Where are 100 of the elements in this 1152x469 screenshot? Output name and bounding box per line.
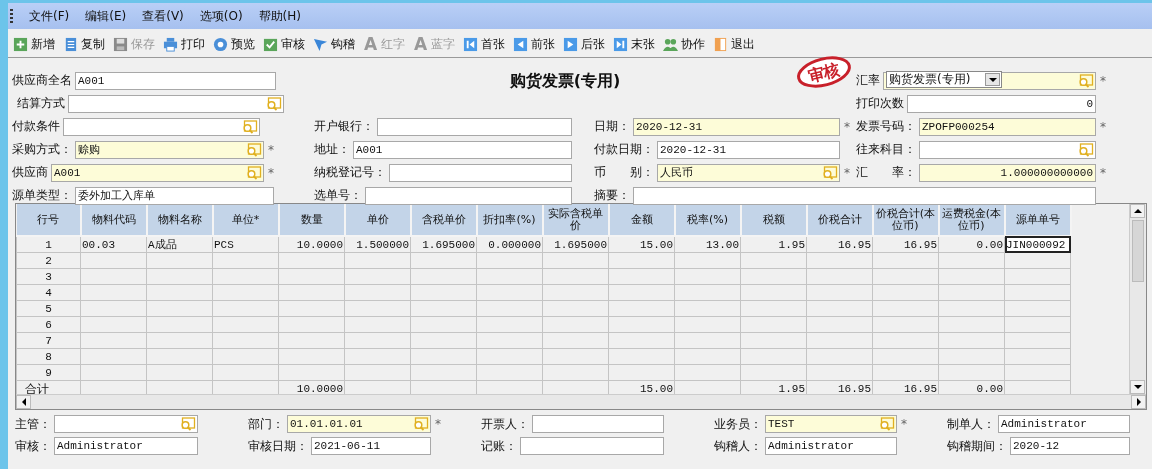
field-label: 业务员： [714,415,762,433]
input-field[interactable] [365,186,572,205]
table-cell: 00.03 [80,236,147,253]
input-field[interactable]: 2020-12-31 [657,140,840,159]
table-cell: 13.00 [674,236,741,253]
input-field[interactable]: 2021-06-11 [311,437,431,455]
column-header: 税额 [740,204,807,236]
field-label: 地址： [314,141,350,158]
horizontal-scrollbar[interactable] [16,394,1146,409]
toolbar-button[interactable]: 钩稽 [310,35,358,53]
input-field[interactable] [389,163,572,182]
table-cell: 1.695000 [542,236,609,253]
previous-icon [513,36,528,52]
column-header: 价税合计(本位币) [872,204,939,236]
input-field[interactable]: 人民币 [657,163,840,182]
approval-stamp: 审核 [794,55,854,89]
input-field[interactable]: 01.01.01.01 [287,415,431,433]
dropdown[interactable]: 购货发票(专用) [886,71,1002,88]
toolbar-button[interactable]: 审核 [260,35,308,53]
search-icon [878,417,895,431]
toolbar-button[interactable]: 后张 [560,35,608,53]
field-label: 日期： [594,118,630,135]
table-cell: 1.695000 [410,236,477,253]
field-label: 供应商 [12,164,48,181]
input-field[interactable]: 1.000000000000 [919,163,1096,182]
toolbar-button[interactable]: 复制 [60,35,108,53]
input-field[interactable]: Administrator [998,415,1130,433]
input-field[interactable]: TEST [765,415,897,433]
table-cell: 1.95 [740,236,807,253]
toolbar-button[interactable]: 预览 [210,35,258,53]
required-mark: * [1100,165,1106,180]
field-label: 钩稽人： [714,437,762,455]
toolbar-button[interactable]: 打印 [160,35,208,53]
floppy-icon [113,36,128,52]
field-label: 制单人： [947,415,995,433]
field-label: 开户银行： [314,118,374,135]
first-icon [463,36,478,52]
checkmark-icon [263,36,278,52]
required-mark: * [268,142,274,157]
toolbar-button[interactable]: 协作 [660,35,708,53]
input-field[interactable] [63,117,260,136]
table-cell: A成品 [146,236,213,253]
row-number: 8 [16,348,81,365]
input-field[interactable]: A001 [353,140,572,159]
field-label: 审核： [15,437,51,455]
menu-item[interactable]: 文件(F) [29,7,70,25]
row-number: 6 [16,316,81,333]
input-field[interactable] [520,437,664,455]
input-field[interactable] [54,415,198,433]
input-field[interactable]: 赊购 [75,140,264,159]
input-field[interactable]: 2020-12-31 [633,117,840,136]
input-field[interactable]: Administrator [54,437,198,455]
input-field[interactable]: ZPOFP000254 [919,117,1096,136]
column-header: 折扣率(%) [476,204,543,236]
menu-item[interactable]: 编辑(E) [85,7,127,25]
input-field[interactable] [919,140,1096,159]
toolbar-button[interactable]: 末张 [610,35,658,53]
field-label: 开票人： [481,415,529,433]
input-field[interactable]: 2020-12 [1010,437,1130,455]
column-header: 运费税金(本位币) [938,204,1005,236]
cursor-icon [313,36,328,52]
toolbar-button[interactable]: 前张 [510,35,558,53]
input-field[interactable]: A001 [51,163,264,182]
table-cell: 15.00 [608,236,675,253]
search-icon [245,165,262,180]
field-label: 主管： [15,415,51,433]
letter-icon: A [363,36,378,52]
letter-icon: A [413,36,428,52]
field-label: 选单号： [314,187,362,204]
menu-item[interactable]: 选项(O) [199,7,243,25]
search-icon [241,119,258,134]
vertical-scrollbar[interactable] [1129,204,1146,394]
search-icon [1077,142,1094,157]
required-mark: * [844,119,850,134]
input-field[interactable]: 0 [907,94,1096,113]
field-label: 付款日期： [594,141,654,158]
toolbar-button[interactable]: 首张 [460,35,508,53]
input-field[interactable]: A001 [75,71,276,90]
people-icon [663,36,678,52]
table-cell: 16.95 [872,236,939,253]
field-label: 汇率 [856,72,880,89]
field-label: 钩稽期间： [947,437,1007,455]
search-icon [179,417,196,431]
input-field[interactable]: Administrator [765,437,897,455]
field-label: 源单类型： [12,187,72,204]
toolbar-button[interactable]: 退出 [710,35,758,53]
field-label: 汇 率： [856,164,916,181]
row-number: 4 [16,284,81,301]
toolbar-button[interactable]: 新增 [10,35,58,53]
column-header: 实际含税单价 [542,204,609,236]
input-field[interactable] [377,117,572,136]
input-field[interactable] [633,186,1096,205]
input-field[interactable] [532,415,664,433]
column-header: 税率(%) [674,204,741,236]
input-field[interactable] [68,94,284,113]
menu-item[interactable]: 帮助(H) [258,7,301,25]
menu-item[interactable]: 查看(V) [142,7,184,25]
field-label: 部门： [248,415,284,433]
input-field[interactable]: 委外加工入库单 [75,186,274,205]
last-icon [613,36,628,52]
